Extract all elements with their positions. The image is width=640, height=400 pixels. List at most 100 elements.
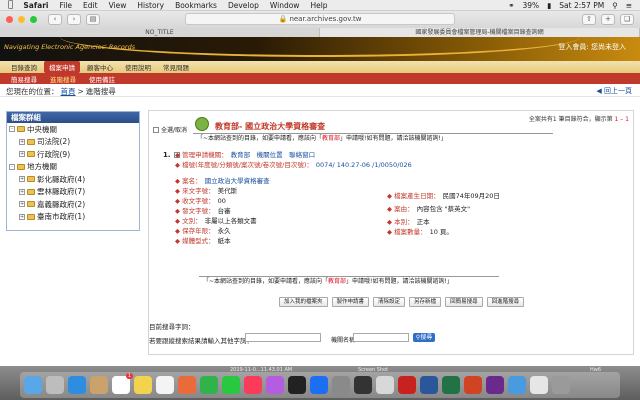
collapse-icon[interactable]: - [9,126,15,133]
word-icon[interactable] [420,376,438,394]
menu-develop[interactable]: Develop [228,1,259,10]
save-as-button[interactable]: 另存新檔 [409,297,442,307]
podcasts-icon[interactable] [266,376,284,394]
music-icon[interactable] [244,376,262,394]
tree-item-yunlin[interactable]: + 雲林縣政府(7) [7,186,139,199]
forward-button[interactable]: › [67,14,81,25]
menu-bookmarks[interactable]: Bookmarks [175,1,217,10]
expand-icon[interactable]: + [19,201,25,208]
terminal-icon[interactable] [354,376,372,394]
expand-icon[interactable]: + [19,176,25,183]
expand-icon[interactable]: + [19,138,25,145]
field-value: 10 頁。 [429,228,453,236]
share-button[interactable]: ⇧ [582,14,596,25]
tree-item-executive[interactable]: + 行政院(9) [7,148,139,161]
expand-icon[interactable]: + [19,188,25,195]
launchpad-icon[interactable] [46,376,64,394]
page-total[interactable]: 1 [625,116,629,123]
tv-icon[interactable] [288,376,306,394]
new-tab-button[interactable]: + [601,14,615,25]
record-title[interactable]: 教育部- 國立政治大學資格審查 [215,121,325,132]
back-button[interactable]: ‹ [48,14,62,25]
back-advanced-search-button[interactable]: 回進階搜尋 [486,297,525,307]
trash-icon[interactable] [552,376,570,394]
nav-usage-notes[interactable]: 使用備註 [84,74,120,84]
breadcrumb-home[interactable]: 首頁 [61,86,76,97]
app-store-icon[interactable] [310,376,328,394]
tree-item-judicial[interactable]: + 司法院(2) [7,136,139,149]
excel-icon[interactable] [442,376,460,394]
zoom-window-button[interactable] [30,16,37,23]
add-to-folder-button[interactable]: 加入我的檔案夾 [279,297,328,307]
menu-safari[interactable]: Safari [23,1,48,10]
folder-icon[interactable] [508,376,526,394]
calendar-icon[interactable]: 1 [112,373,133,394]
agency-logo-icon [195,117,209,131]
system-preferences-icon[interactable] [332,376,350,394]
back-link[interactable]: ◀ 回上一頁 [596,86,632,96]
select-all-checkbox[interactable] [153,126,159,133]
facetime-icon[interactable] [222,376,240,394]
tab-overview-button[interactable]: ❏ [620,14,634,25]
clock[interactable]: Sat 2:57 PM [559,1,604,10]
menu-view[interactable]: View [109,1,127,10]
sidebar-toggle-button[interactable]: ▤ [86,14,100,25]
close-window-button[interactable] [6,16,13,23]
reminders-icon[interactable] [156,376,174,394]
collapse-icon[interactable]: - [9,163,15,170]
search-button[interactable]: ⚲搜尋 [413,333,435,342]
site-logo[interactable]: Navigating Electronic Agencies' Records [4,43,135,51]
refine-input[interactable] [245,333,321,342]
apple-icon[interactable]:  [8,0,13,10]
document-icon[interactable] [530,376,548,394]
banner-arc [60,37,580,57]
tree-item-changhua[interactable]: + 彰化縣政府(4) [7,173,139,186]
battery-icon[interactable]: ▮ [547,1,551,10]
wifi-icon[interactable]: ⚭ [508,1,514,10]
nav-instructions[interactable]: 使用說明 [120,61,156,73]
tree-item-central[interactable]: - 中央機關 [7,123,139,136]
powerpoint-icon[interactable] [464,376,482,394]
menu-history[interactable]: History [137,1,164,10]
safari-icon[interactable] [68,376,86,394]
messages-icon[interactable] [200,376,218,394]
tree-item-local[interactable]: - 地方機關 [7,161,139,174]
minimize-window-button[interactable] [18,16,25,23]
photos-icon[interactable] [178,376,196,394]
make-application-button[interactable]: 製作申請書 [331,297,370,307]
nav-faq[interactable]: 常見問題 [158,61,194,73]
tree-item-tainan[interactable]: + 臺南市政府(1) [7,211,139,224]
finder-icon[interactable] [24,376,42,394]
expand-icon[interactable]: + [19,213,25,220]
acrobat-icon[interactable] [398,376,416,394]
refine-field-select[interactable] [353,333,409,342]
nav-catalog-search[interactable]: 目錄查詢 [6,61,42,73]
address-bar[interactable]: 🔒 near.archives.gov.tw [185,13,455,25]
search-icon[interactable]: ⚲ [612,1,618,10]
battery-percent[interactable]: 39% [522,1,539,10]
control-center-icon[interactable]: ≡ [626,1,632,10]
clear-settings-button[interactable]: 清除設定 [373,297,406,307]
field-value[interactable]: 國立政治大學資格審查 [205,176,270,186]
back-simple-search-button[interactable]: 回簡易搜尋 [445,297,483,307]
field-key: ◆ 保存年限： [175,227,215,235]
onenote-icon[interactable] [486,376,504,394]
login-status[interactable]: 登入會員: 您尚未登入 [558,42,626,52]
menu-window[interactable]: Window [270,1,300,10]
field-value[interactable]: 教育部 機關位置 聯絡窗口 [231,150,316,160]
preview-icon[interactable] [376,376,394,394]
menu-help[interactable]: Help [310,1,327,10]
contacts-icon[interactable] [90,376,108,394]
tab-no-title[interactable]: NO_TITLE [0,28,320,37]
notes-icon[interactable] [134,376,152,394]
menu-file[interactable]: File [59,1,72,10]
menu-edit[interactable]: Edit [83,1,98,10]
nav-advanced-search[interactable]: 進階搜尋 [45,74,81,84]
tree-item-chiayi[interactable]: + 嘉義縣政府(2) [7,198,139,211]
nav-customer-center[interactable]: 顧客中心 [82,61,118,73]
nav-archive-apply[interactable]: 檔案申請 [44,61,80,73]
nav-simple-search[interactable]: 簡易搜尋 [6,74,42,84]
tab-archives[interactable]: 國家發展委員會檔案管理局-機關檔案目錄查詢網 [320,28,640,37]
select-all[interactable]: 全選/取消 [153,125,187,134]
expand-icon[interactable]: + [19,151,25,158]
